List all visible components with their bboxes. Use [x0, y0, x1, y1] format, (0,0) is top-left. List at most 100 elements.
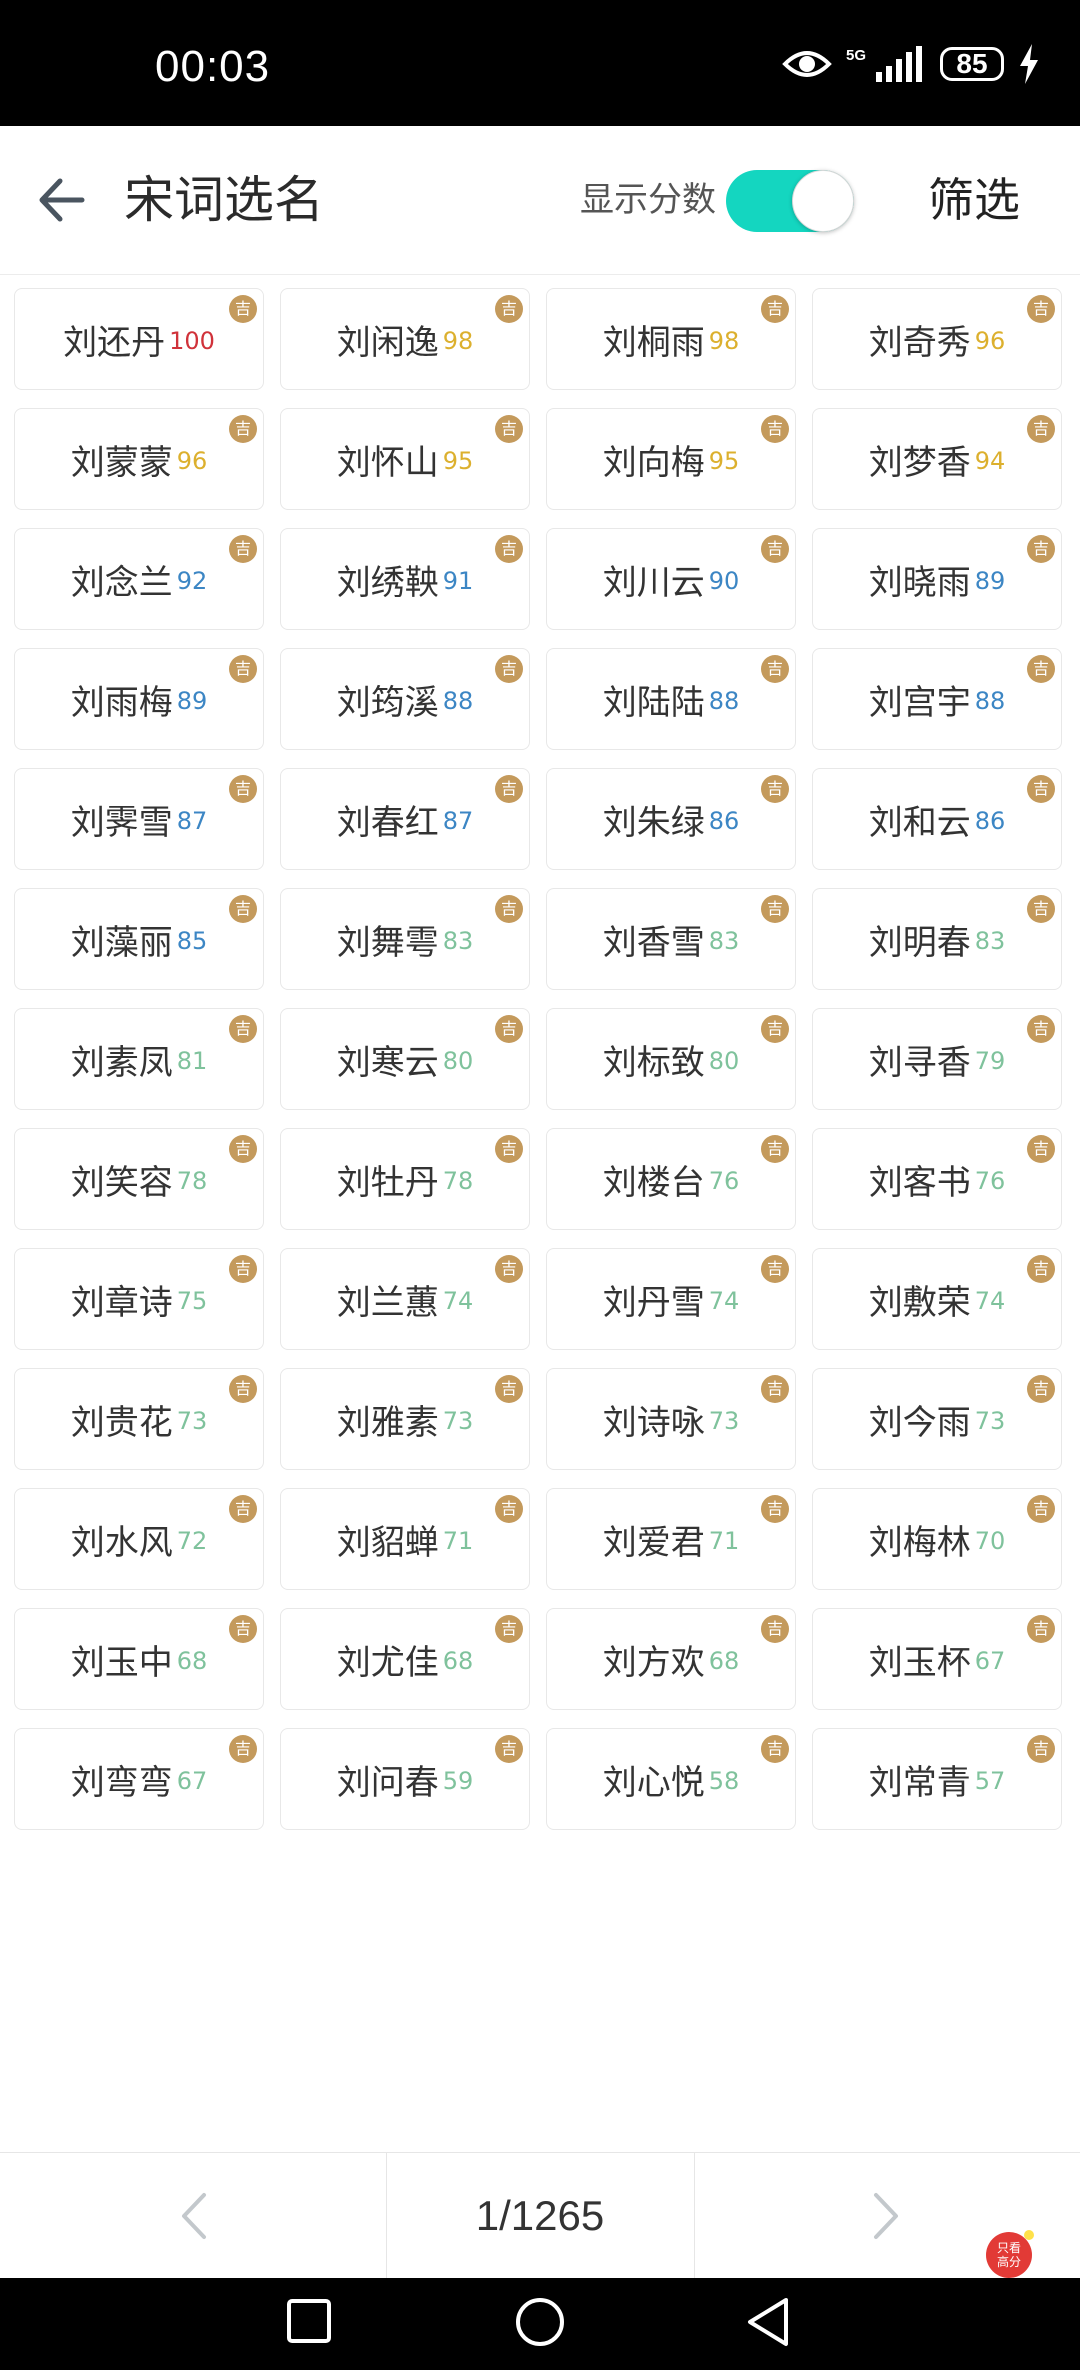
name-score: 100	[169, 327, 215, 355]
name-card[interactable]: 刘兰蕙 74 吉	[280, 1248, 530, 1350]
auspicious-badge-icon: 吉	[1027, 1255, 1055, 1283]
name-score: 67	[974, 1647, 1006, 1675]
name-card[interactable]: 刘梦香 94 吉	[812, 408, 1062, 510]
name-card[interactable]: 刘晓雨 89 吉	[812, 528, 1062, 630]
home-circle-icon[interactable]	[514, 2296, 566, 2348]
auspicious-badge-icon: 吉	[495, 1375, 523, 1403]
name-text: 刘诗咏	[602, 1402, 705, 1443]
name-card[interactable]: 刘标致 80 吉	[546, 1008, 796, 1110]
name-card[interactable]: 刘章诗 75 吉	[14, 1248, 264, 1350]
show-score-label: 显示分数	[580, 180, 716, 220]
auspicious-badge-icon: 吉	[495, 1495, 523, 1523]
name-card[interactable]: 刘怀山 95 吉	[280, 408, 530, 510]
name-card[interactable]: 刘诗咏 73 吉	[546, 1368, 796, 1470]
name-score: 88	[974, 687, 1006, 715]
name-score: 68	[176, 1647, 208, 1675]
prev-page-chevron-icon[interactable]	[160, 2181, 230, 2251]
name-card[interactable]: 刘玉中 68 吉	[14, 1608, 264, 1710]
auspicious-badge-icon: 吉	[1027, 535, 1055, 563]
name-card[interactable]: 刘霁雪 87 吉	[14, 768, 264, 870]
name-text: 刘寻香	[868, 1042, 971, 1083]
name-card[interactable]: 刘梅林 70 吉	[812, 1488, 1062, 1590]
name-card[interactable]: 刘陆陆 88 吉	[546, 648, 796, 750]
name-card[interactable]: 刘奇秀 96 吉	[812, 288, 1062, 390]
name-card[interactable]: 刘雨梅 89 吉	[14, 648, 264, 750]
name-card[interactable]: 刘爱君 71 吉	[546, 1488, 796, 1590]
name-card[interactable]: 刘尤佳 68 吉	[280, 1608, 530, 1710]
name-card[interactable]: 刘舞雩 83 吉	[280, 888, 530, 990]
name-card[interactable]: 刘绣鞅 91 吉	[280, 528, 530, 630]
name-card[interactable]: 刘川云 90 吉	[546, 528, 796, 630]
clock: 00:03	[155, 42, 271, 91]
name-card[interactable]: 刘朱绿 86 吉	[546, 768, 796, 870]
show-score-toggle[interactable]	[726, 170, 854, 232]
name-card[interactable]: 刘筠溪 88 吉	[280, 648, 530, 750]
auspicious-badge-icon: 吉	[229, 1735, 257, 1763]
name-card[interactable]: 刘常青 57 吉	[812, 1728, 1062, 1830]
name-score: 95	[442, 447, 474, 475]
name-card[interactable]: 刘念兰 92 吉	[14, 528, 264, 630]
auspicious-badge-icon: 吉	[1027, 1015, 1055, 1043]
name-card[interactable]: 刘笑容 78 吉	[14, 1128, 264, 1230]
name-grid: 刘还丹 100 吉刘闲逸 98 吉刘桐雨 98 吉刘奇秀 96 吉刘蒙蒙 96 吉刘怀山 95 吉刘向梅…	[14, 288, 1066, 1830]
name-score: 86	[974, 807, 1006, 835]
name-text: 刘丹雪	[602, 1282, 705, 1323]
auspicious-badge-icon: 吉	[761, 535, 789, 563]
name-text: 刘川云	[602, 562, 705, 603]
name-text: 刘爱君	[602, 1522, 705, 1563]
name-card[interactable]: 刘闲逸 98 吉	[280, 288, 530, 390]
name-card[interactable]: 刘桐雨 98 吉	[546, 288, 796, 390]
name-score: 80	[708, 1047, 740, 1075]
name-text: 刘素凤	[70, 1042, 173, 1083]
name-card[interactable]: 刘蒙蒙 96 吉	[14, 408, 264, 510]
back-arrow-icon[interactable]	[30, 166, 98, 234]
name-card[interactable]: 刘还丹 100 吉	[14, 288, 264, 390]
network-label: 5G	[846, 47, 866, 64]
name-card[interactable]: 刘玉杯 67 吉	[812, 1608, 1062, 1710]
name-text: 刘朱绿	[602, 802, 705, 843]
name-card[interactable]: 刘贵花 73 吉	[14, 1368, 264, 1470]
auspicious-badge-icon: 吉	[1027, 1495, 1055, 1523]
name-score: 59	[442, 1767, 474, 1795]
name-score: 89	[176, 687, 208, 715]
name-card[interactable]: 刘和云 86 吉	[812, 768, 1062, 870]
name-card[interactable]: 刘明春 83 吉	[812, 888, 1062, 990]
auspicious-badge-icon: 吉	[495, 1615, 523, 1643]
recents-square-icon[interactable]	[286, 2298, 332, 2344]
toggle-knob	[792, 170, 854, 232]
name-card[interactable]: 刘牡丹 78 吉	[280, 1128, 530, 1230]
name-card[interactable]: 刘雅素 73 吉	[280, 1368, 530, 1470]
name-card[interactable]: 刘敷荣 74 吉	[812, 1248, 1062, 1350]
floating-action-button[interactable]: 只看 高分	[986, 2230, 1034, 2278]
name-card[interactable]: 刘香雪 83 吉	[546, 888, 796, 990]
filter-button[interactable]: 筛选	[928, 168, 1020, 232]
name-card[interactable]: 刘宫宇 88 吉	[812, 648, 1062, 750]
name-card[interactable]: 刘客书 76 吉	[812, 1128, 1062, 1230]
name-text: 刘常青	[868, 1762, 971, 1803]
name-card[interactable]: 刘丹雪 74 吉	[546, 1248, 796, 1350]
name-score: 68	[442, 1647, 474, 1675]
name-card[interactable]: 刘寻香 79 吉	[812, 1008, 1062, 1110]
name-card[interactable]: 刘寒云 80 吉	[280, 1008, 530, 1110]
auspicious-badge-icon: 吉	[229, 1615, 257, 1643]
name-card[interactable]: 刘今雨 73 吉	[812, 1368, 1062, 1470]
name-card[interactable]: 刘春红 87 吉	[280, 768, 530, 870]
name-card[interactable]: 刘问春 59 吉	[280, 1728, 530, 1830]
name-card[interactable]: 刘弯弯 67 吉	[14, 1728, 264, 1830]
name-card[interactable]: 刘素凤 81 吉	[14, 1008, 264, 1110]
name-card[interactable]: 刘方欢 68 吉	[546, 1608, 796, 1710]
auspicious-badge-icon: 吉	[761, 415, 789, 443]
name-card[interactable]: 刘貂蝉 71 吉	[280, 1488, 530, 1590]
name-card[interactable]: 刘向梅 95 吉	[546, 408, 796, 510]
name-card[interactable]: 刘心悦 58 吉	[546, 1728, 796, 1830]
auspicious-badge-icon: 吉	[229, 775, 257, 803]
back-triangle-icon[interactable]	[744, 2296, 792, 2348]
name-card[interactable]: 刘藻丽 85 吉	[14, 888, 264, 990]
status-bar: 00:03 5G 85	[0, 0, 1080, 126]
name-card[interactable]: 刘水风 72 吉	[14, 1488, 264, 1590]
next-page-chevron-icon[interactable]	[850, 2181, 920, 2251]
name-card[interactable]: 刘楼台 76 吉	[546, 1128, 796, 1230]
name-score: 95	[708, 447, 740, 475]
system-nav-bar	[0, 2278, 1080, 2370]
page-title: 宋词选名	[124, 171, 324, 229]
